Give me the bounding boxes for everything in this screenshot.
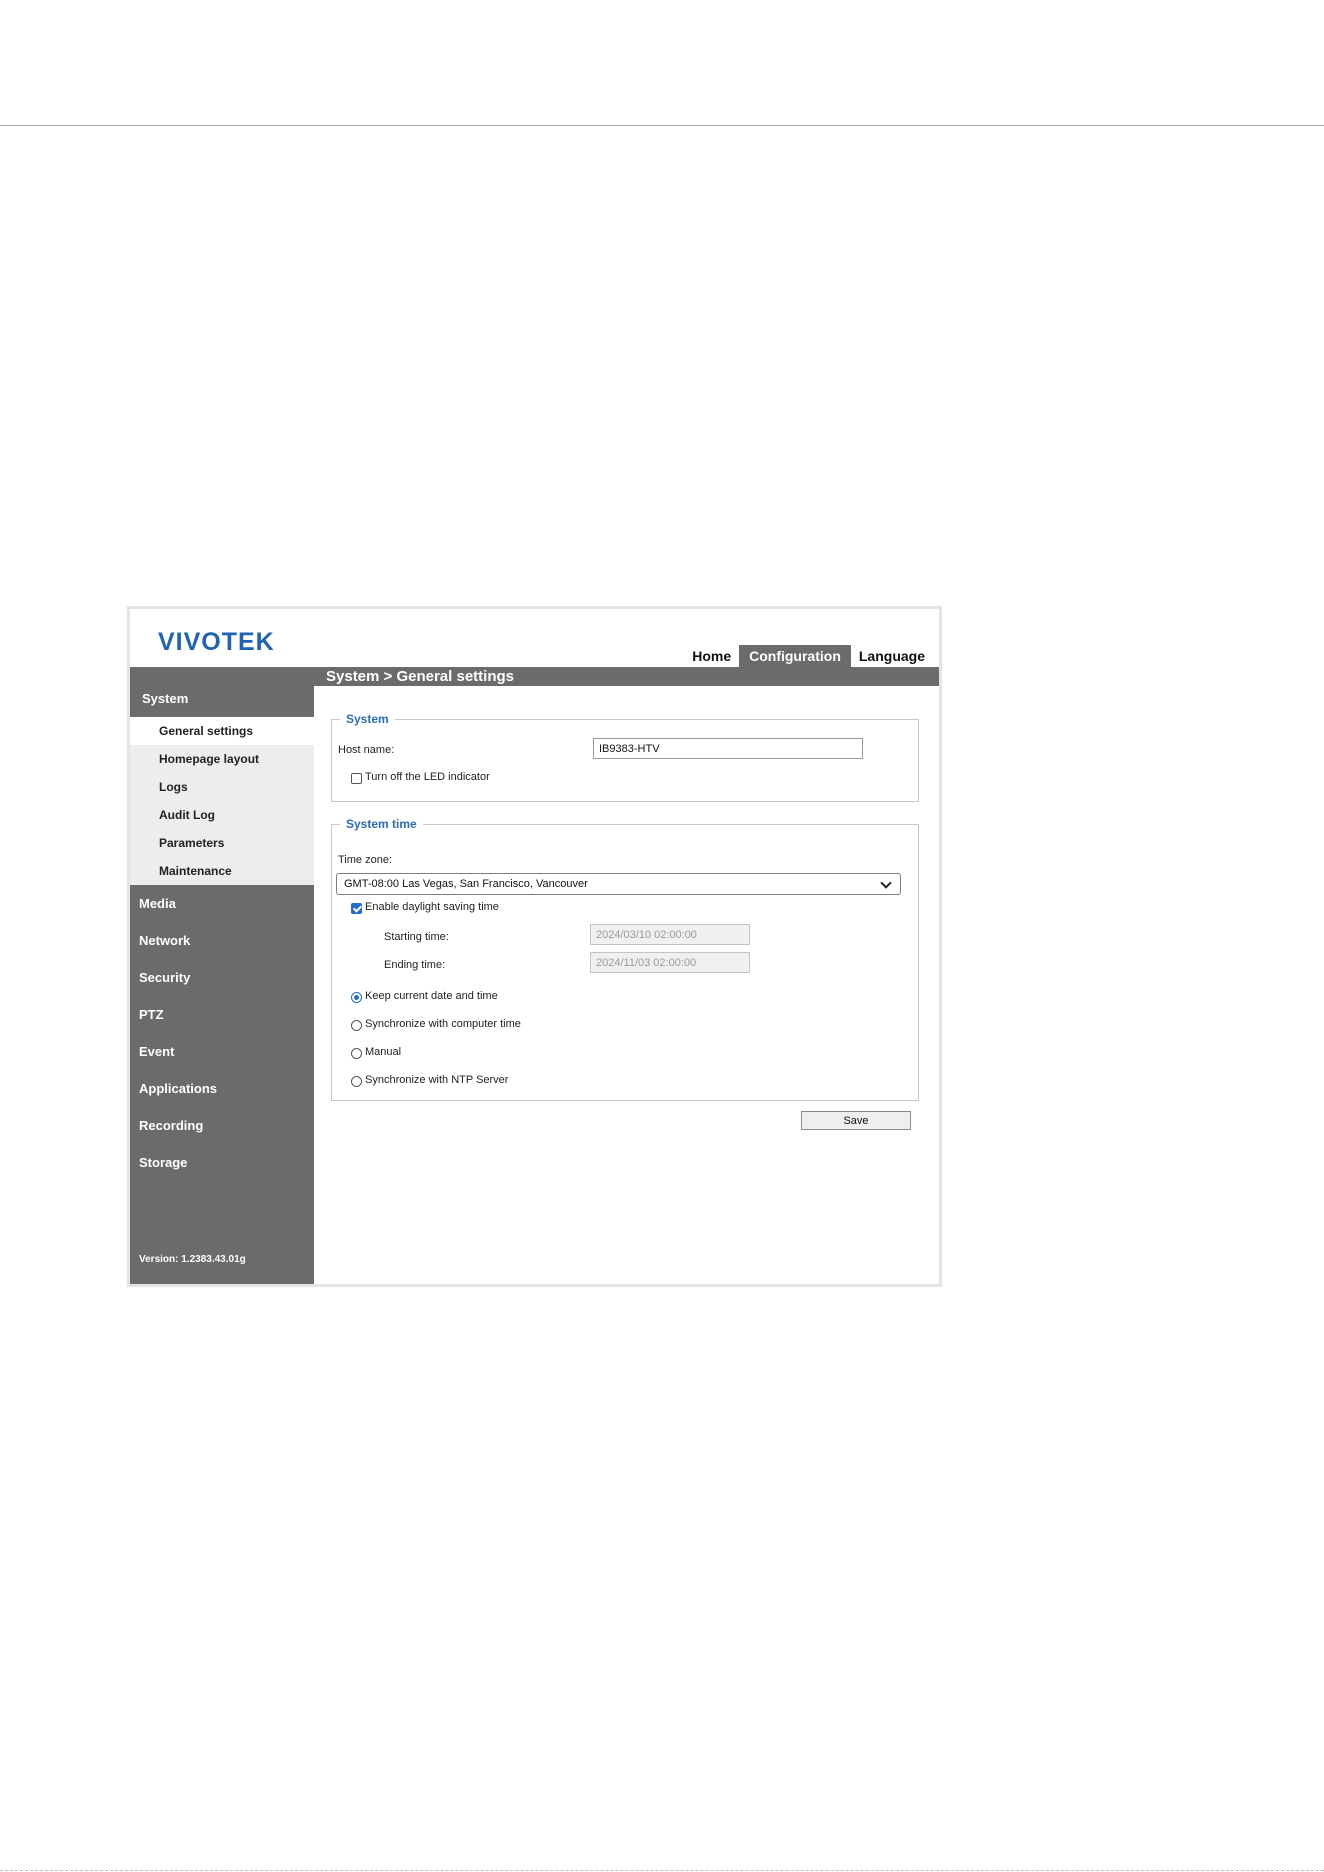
- radio-manual[interactable]: [351, 1048, 362, 1059]
- sidebar-item-general-settings[interactable]: General settings: [130, 717, 314, 745]
- radio-sync-computer-label: Synchronize with computer time: [365, 1018, 521, 1030]
- led-checkbox[interactable]: [351, 773, 362, 784]
- host-name-input[interactable]: [593, 738, 863, 759]
- system-time-legend: System time: [340, 816, 423, 832]
- page-header-rule: [0, 125, 1324, 126]
- sidebar-item-ptz[interactable]: PTZ: [130, 996, 314, 1033]
- sidebar-item-media[interactable]: Media: [130, 885, 314, 922]
- top-nav: Home Configuration Language: [684, 645, 933, 667]
- system-fieldset: System: [331, 711, 919, 802]
- sidebar-item-maintenance[interactable]: Maintenance: [130, 857, 314, 885]
- nav-home[interactable]: Home: [684, 645, 739, 667]
- radio-keep-current[interactable]: [351, 992, 362, 1003]
- app-screenshot: VIVOTEK Home Configuration Language Syst…: [127, 606, 942, 1287]
- page-footer-rule: [0, 1870, 1324, 1871]
- firmware-version: Version: 1.2383.43.01g: [139, 1254, 246, 1265]
- sidebar-item-parameters[interactable]: Parameters: [130, 829, 314, 857]
- sidebar-section-system[interactable]: System: [130, 681, 314, 717]
- time-zone-value: GMT-08:00 Las Vegas, San Francisco, Vanc…: [344, 878, 588, 890]
- sidebar-submenu: General settings Homepage layout Logs Au…: [130, 717, 314, 885]
- page-title-bar: System > General settings: [314, 667, 939, 686]
- radio-sync-ntp-label: Synchronize with NTP Server: [365, 1074, 509, 1086]
- sidebar-item-applications[interactable]: Applications: [130, 1070, 314, 1107]
- sidebar-item-network[interactable]: Network: [130, 922, 314, 959]
- radio-keep-current-label: Keep current date and time: [365, 990, 498, 1002]
- starting-time-input[interactable]: [590, 924, 750, 945]
- time-zone-label: Time zone:: [338, 854, 393, 866]
- radio-sync-computer[interactable]: [351, 1020, 362, 1031]
- radio-sync-ntp[interactable]: [351, 1076, 362, 1087]
- time-zone-select[interactable]: GMT-08:00 Las Vegas, San Francisco, Vanc…: [336, 873, 901, 895]
- sidebar-item-homepage-layout[interactable]: Homepage layout: [130, 745, 314, 773]
- led-label: Turn off the LED indicator: [365, 771, 490, 783]
- sidebar-item-audit-log[interactable]: Audit Log: [130, 801, 314, 829]
- sidebar: System General settings Homepage layout …: [130, 667, 314, 1284]
- page-title: System > General settings: [326, 668, 514, 685]
- nav-language[interactable]: Language: [851, 645, 933, 667]
- sidebar-item-security[interactable]: Security: [130, 959, 314, 996]
- sidebar-item-storage[interactable]: Storage: [130, 1144, 314, 1181]
- dst-label: Enable daylight saving time: [365, 901, 499, 913]
- sidebar-item-recording[interactable]: Recording: [130, 1107, 314, 1144]
- starting-time-label: Starting time:: [384, 931, 449, 943]
- vivotek-logo: VIVOTEK: [158, 628, 275, 656]
- sidebar-item-event[interactable]: Event: [130, 1033, 314, 1070]
- system-legend: System: [340, 711, 395, 727]
- ending-time-input[interactable]: [590, 952, 750, 973]
- sidebar-item-logs[interactable]: Logs: [130, 773, 314, 801]
- save-button[interactable]: Save: [801, 1111, 911, 1130]
- host-name-label: Host name:: [338, 744, 395, 756]
- ending-time-label: Ending time:: [384, 959, 446, 971]
- chevron-down-icon: [880, 877, 892, 889]
- dst-checkbox[interactable]: [351, 903, 362, 914]
- radio-manual-label: Manual: [365, 1046, 402, 1058]
- nav-configuration[interactable]: Configuration: [739, 645, 851, 667]
